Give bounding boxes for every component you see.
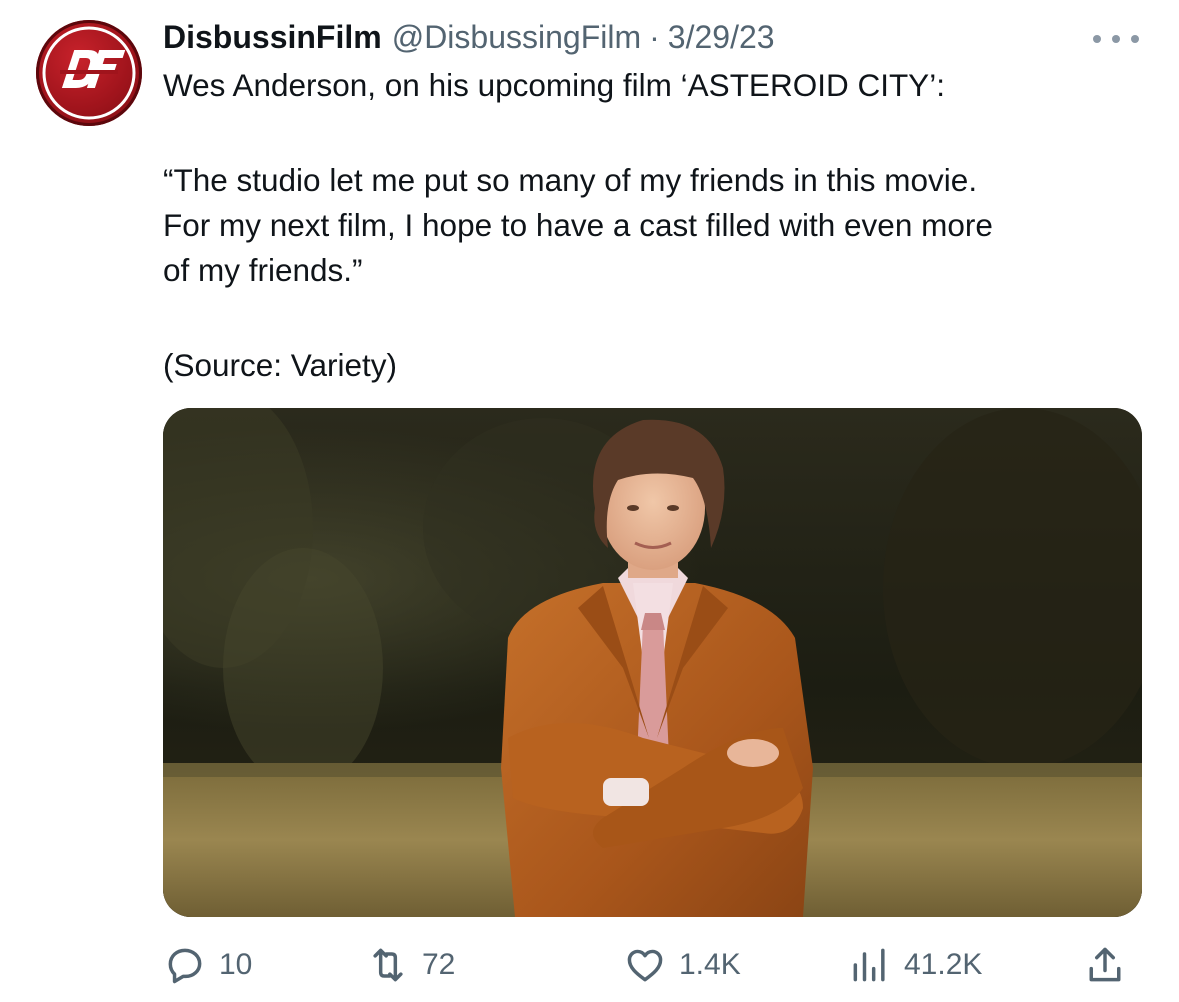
reply-count: 10 xyxy=(219,948,253,981)
author-display-name[interactable]: DisbussinFilm xyxy=(163,19,382,56)
tweet-text-line: “The studio let me put so many of my fri… xyxy=(163,162,978,198)
tweet-text-line: of my friends.” xyxy=(163,252,363,288)
tweet-text-line: Wes Anderson, on his upcoming film ‘ASTE… xyxy=(163,67,945,103)
more-horizontal-icon xyxy=(1093,35,1101,43)
heart-icon xyxy=(627,949,663,982)
disbussin-film-logo xyxy=(42,26,136,120)
views-button[interactable]: 41.2K xyxy=(848,942,982,988)
retweet-icon xyxy=(373,948,403,982)
more-options-button[interactable] xyxy=(1093,24,1139,54)
header-separator: · xyxy=(649,18,660,55)
more-horizontal-icon xyxy=(1112,35,1120,43)
tweet-action-bar: 10 72 1.4K 41.2K xyxy=(163,942,1142,988)
like-button[interactable]: 1.4K xyxy=(623,942,741,988)
views-bar-chart-icon xyxy=(853,948,885,982)
tweet-text-line: For my next film, I hope to have a cast … xyxy=(163,207,993,243)
reply-button[interactable]: 10 xyxy=(163,942,252,988)
tweet-source-line: (Source: Variety) xyxy=(163,347,397,383)
author-handle[interactable]: @DisbussingFilm xyxy=(392,19,641,56)
portrait-photo xyxy=(163,408,1142,917)
view-count: 41.2K xyxy=(904,948,983,981)
more-horizontal-icon xyxy=(1131,35,1139,43)
reply-bubble-icon xyxy=(168,948,202,984)
avatar[interactable] xyxy=(36,20,142,126)
tweet-photo[interactable] xyxy=(163,408,1142,917)
tweet-header: DisbussinFilm @DisbussingFilm · 3/29/23 xyxy=(163,17,775,57)
like-count: 1.4K xyxy=(679,948,741,981)
retweet-count: 72 xyxy=(422,948,456,981)
tweet-text: Wes Anderson, on his upcoming film ‘ASTE… xyxy=(163,63,1153,388)
share-button[interactable] xyxy=(1083,942,1127,988)
tweet-date[interactable]: 3/29/23 xyxy=(668,19,775,56)
share-upload-icon xyxy=(1089,947,1121,982)
retweet-button[interactable]: 72 xyxy=(366,942,455,988)
